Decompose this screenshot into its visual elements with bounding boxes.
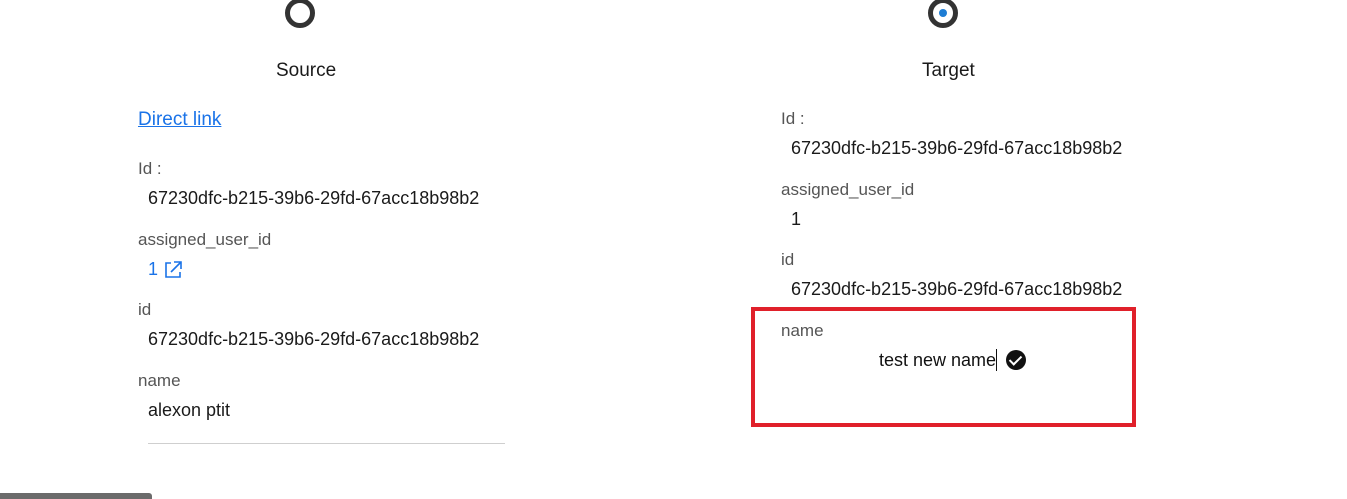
source-title: Source bbox=[276, 60, 337, 81]
target-name-input[interactable]: test new name bbox=[879, 350, 996, 371]
target-id-value: 67230dfc-b215-39b6-29fd-67acc18b98b2 bbox=[791, 138, 1123, 158]
source-id-value: 67230dfc-b215-39b6-29fd-67acc18b98b2 bbox=[148, 188, 480, 208]
confirm-check-icon[interactable] bbox=[1006, 350, 1027, 370]
source-divider bbox=[148, 443, 505, 444]
source-id-field-label: id bbox=[138, 300, 152, 319]
target-id-field-label: id bbox=[781, 250, 795, 269]
target-assigned-user-id-value: 1 bbox=[791, 209, 802, 229]
target-name-label: name bbox=[781, 321, 824, 340]
target-name-editor[interactable]: test new name bbox=[879, 349, 1027, 371]
target-id-field-value: 67230dfc-b215-39b6-29fd-67acc18b98b2 bbox=[791, 279, 1123, 299]
radio-selected-dot bbox=[939, 9, 947, 17]
target-id-label: Id : bbox=[781, 109, 805, 128]
bottom-scroll-bar[interactable] bbox=[0, 493, 152, 499]
source-name-value: alexon ptit bbox=[148, 400, 231, 420]
source-assigned-user-id-label: assigned_user_id bbox=[138, 230, 272, 249]
direct-link[interactable]: Direct link bbox=[138, 109, 221, 131]
text-caret bbox=[996, 349, 998, 371]
source-assigned-user-link[interactable]: 1 bbox=[148, 259, 183, 280]
target-title: Target bbox=[922, 60, 975, 81]
source-assigned-user-id-value[interactable]: 1 bbox=[148, 259, 158, 280]
source-id-label: Id : bbox=[138, 159, 162, 178]
external-link-icon[interactable] bbox=[163, 260, 183, 280]
target-assigned-user-id-label: assigned_user_id bbox=[781, 180, 915, 199]
target-radio[interactable] bbox=[928, 0, 958, 28]
source-name-label: name bbox=[138, 371, 181, 390]
source-id-field-value: 67230dfc-b215-39b6-29fd-67acc18b98b2 bbox=[148, 329, 480, 349]
source-radio[interactable] bbox=[285, 0, 315, 28]
